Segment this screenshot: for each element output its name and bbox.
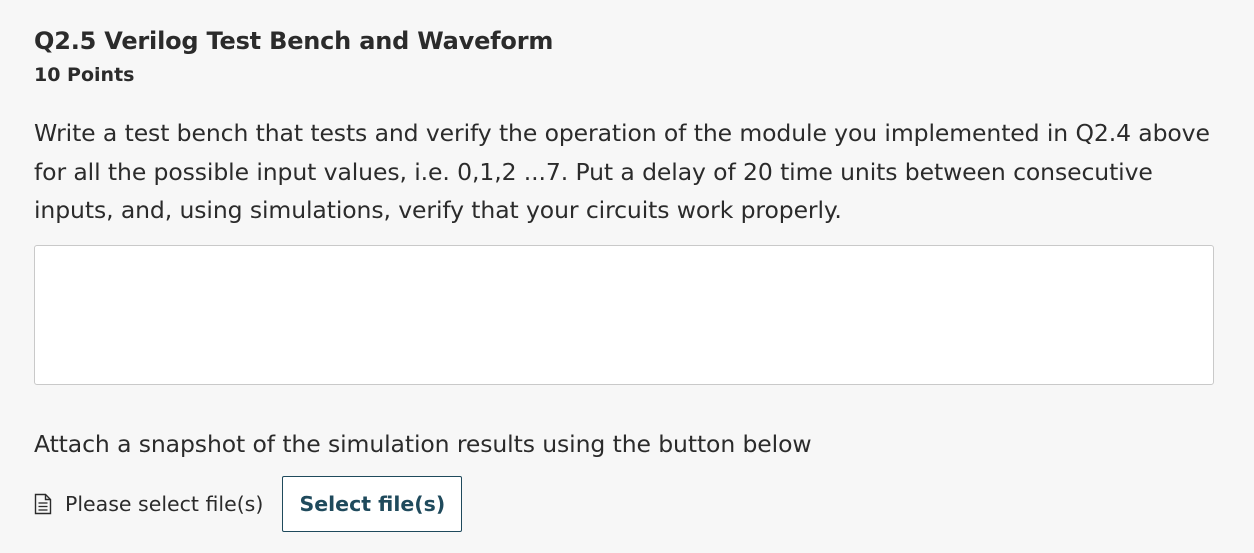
file-upload-row: Please select file(s) Select file(s)	[34, 476, 463, 532]
file-status: Please select file(s)	[34, 492, 263, 516]
question-prompt: Write a test bench that tests and verify…	[34, 119, 1210, 224]
attach-instruction: Attach a snapshot of the simulation resu…	[34, 430, 812, 458]
question-title: Q2.5 Verilog Test Bench and Waveform	[34, 27, 554, 55]
file-status-text: Please select file(s)	[65, 492, 264, 516]
question-points: 10 Points	[34, 64, 135, 86]
answer-textarea[interactable]	[34, 245, 1214, 385]
document-icon	[34, 493, 52, 515]
question-container: Q2.5 Verilog Test Bench and Waveform 10 …	[34, 24, 1216, 230]
select-files-button[interactable]: Select file(s)	[282, 476, 463, 532]
